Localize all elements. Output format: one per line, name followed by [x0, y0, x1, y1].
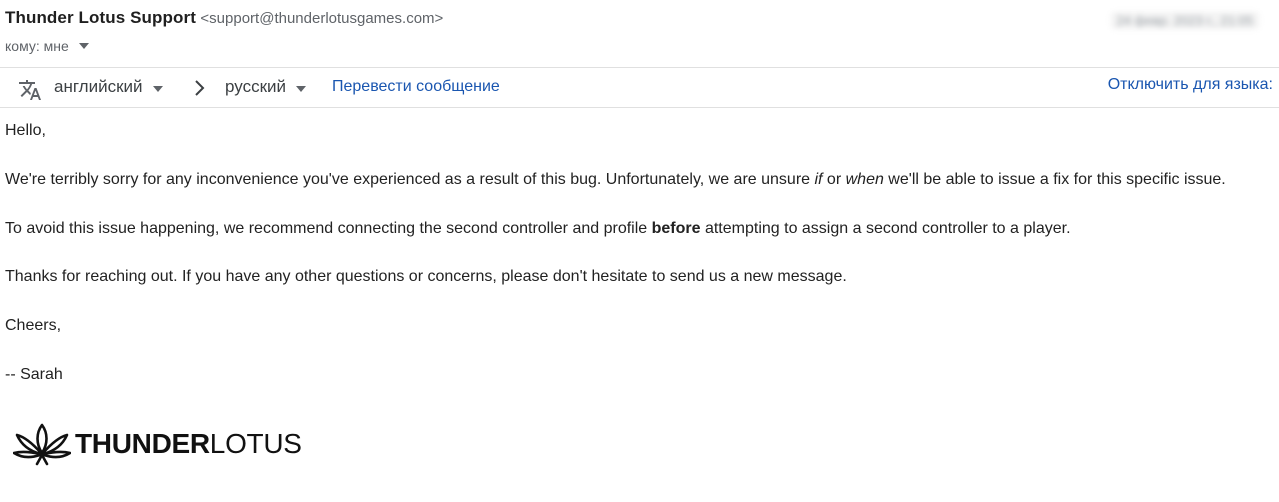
chevron-right-icon: [193, 79, 207, 97]
caret-down-icon: [296, 77, 307, 97]
target-language-label: русский: [225, 77, 287, 96]
caret-down-icon[interactable]: [78, 36, 89, 52]
translate-bar: английский русский Перевести сообщение О…: [0, 67, 1279, 108]
translate-message-link[interactable]: Перевести сообщение: [332, 78, 500, 96]
sender-email: <support@thunderlotusgames.com>: [200, 10, 444, 27]
paragraph-text: we'll be able to issue a fix for this sp…: [883, 171, 1226, 188]
recipient-label: кому: мне: [5, 38, 69, 54]
translate-icon: [18, 78, 42, 102]
paragraph-thanks: Thanks for reaching out. If you have any…: [5, 268, 847, 285]
recipient-details-toggle[interactable]: кому: мне: [5, 36, 89, 54]
disable-for-language-link[interactable]: Отключить для языка:: [1108, 76, 1273, 94]
email-header: Thunder Lotus Support <support@thunderlo…: [0, 0, 1279, 64]
thunder-lotus-logo: THUNDERLOTUS: [13, 422, 302, 466]
email-date: 24 февр. 2023 г., 21:05: [1110, 12, 1259, 29]
email-view: Thunder Lotus Support <support@thunderlo…: [0, 0, 1279, 502]
closing: Cheers,: [5, 317, 62, 334]
lotus-logo-icon: [13, 422, 71, 466]
signature: -- Sarah: [5, 366, 63, 383]
logo-wordmark: THUNDERLOTUS: [75, 428, 302, 460]
paragraph-text: or: [822, 171, 846, 188]
source-language-label: английский: [54, 77, 143, 96]
logo-word-lotus: LOTUS: [209, 428, 302, 459]
caret-down-icon: [152, 77, 163, 97]
source-language-select[interactable]: английский: [54, 77, 163, 97]
target-language-select[interactable]: русский: [225, 77, 307, 97]
paragraph-text: To avoid this issue happening, we recomm…: [5, 220, 652, 237]
greeting: Hello,: [5, 122, 46, 139]
emphasis-text: when: [845, 171, 884, 188]
sender-line: Thunder Lotus Support <support@thunderlo…: [5, 8, 443, 28]
paragraph-text: attempting to assign a second controller…: [700, 220, 1071, 237]
bold-text: before: [651, 220, 701, 237]
sender-name[interactable]: Thunder Lotus Support: [5, 8, 196, 27]
paragraph-text: We're terribly sorry for any inconvenien…: [5, 171, 815, 188]
paragraph-workaround: To avoid this issue happening, we recomm…: [5, 219, 1071, 239]
logo-word-thunder: THUNDER: [75, 428, 210, 459]
paragraph-apology: We're terribly sorry for any inconvenien…: [5, 170, 1226, 190]
